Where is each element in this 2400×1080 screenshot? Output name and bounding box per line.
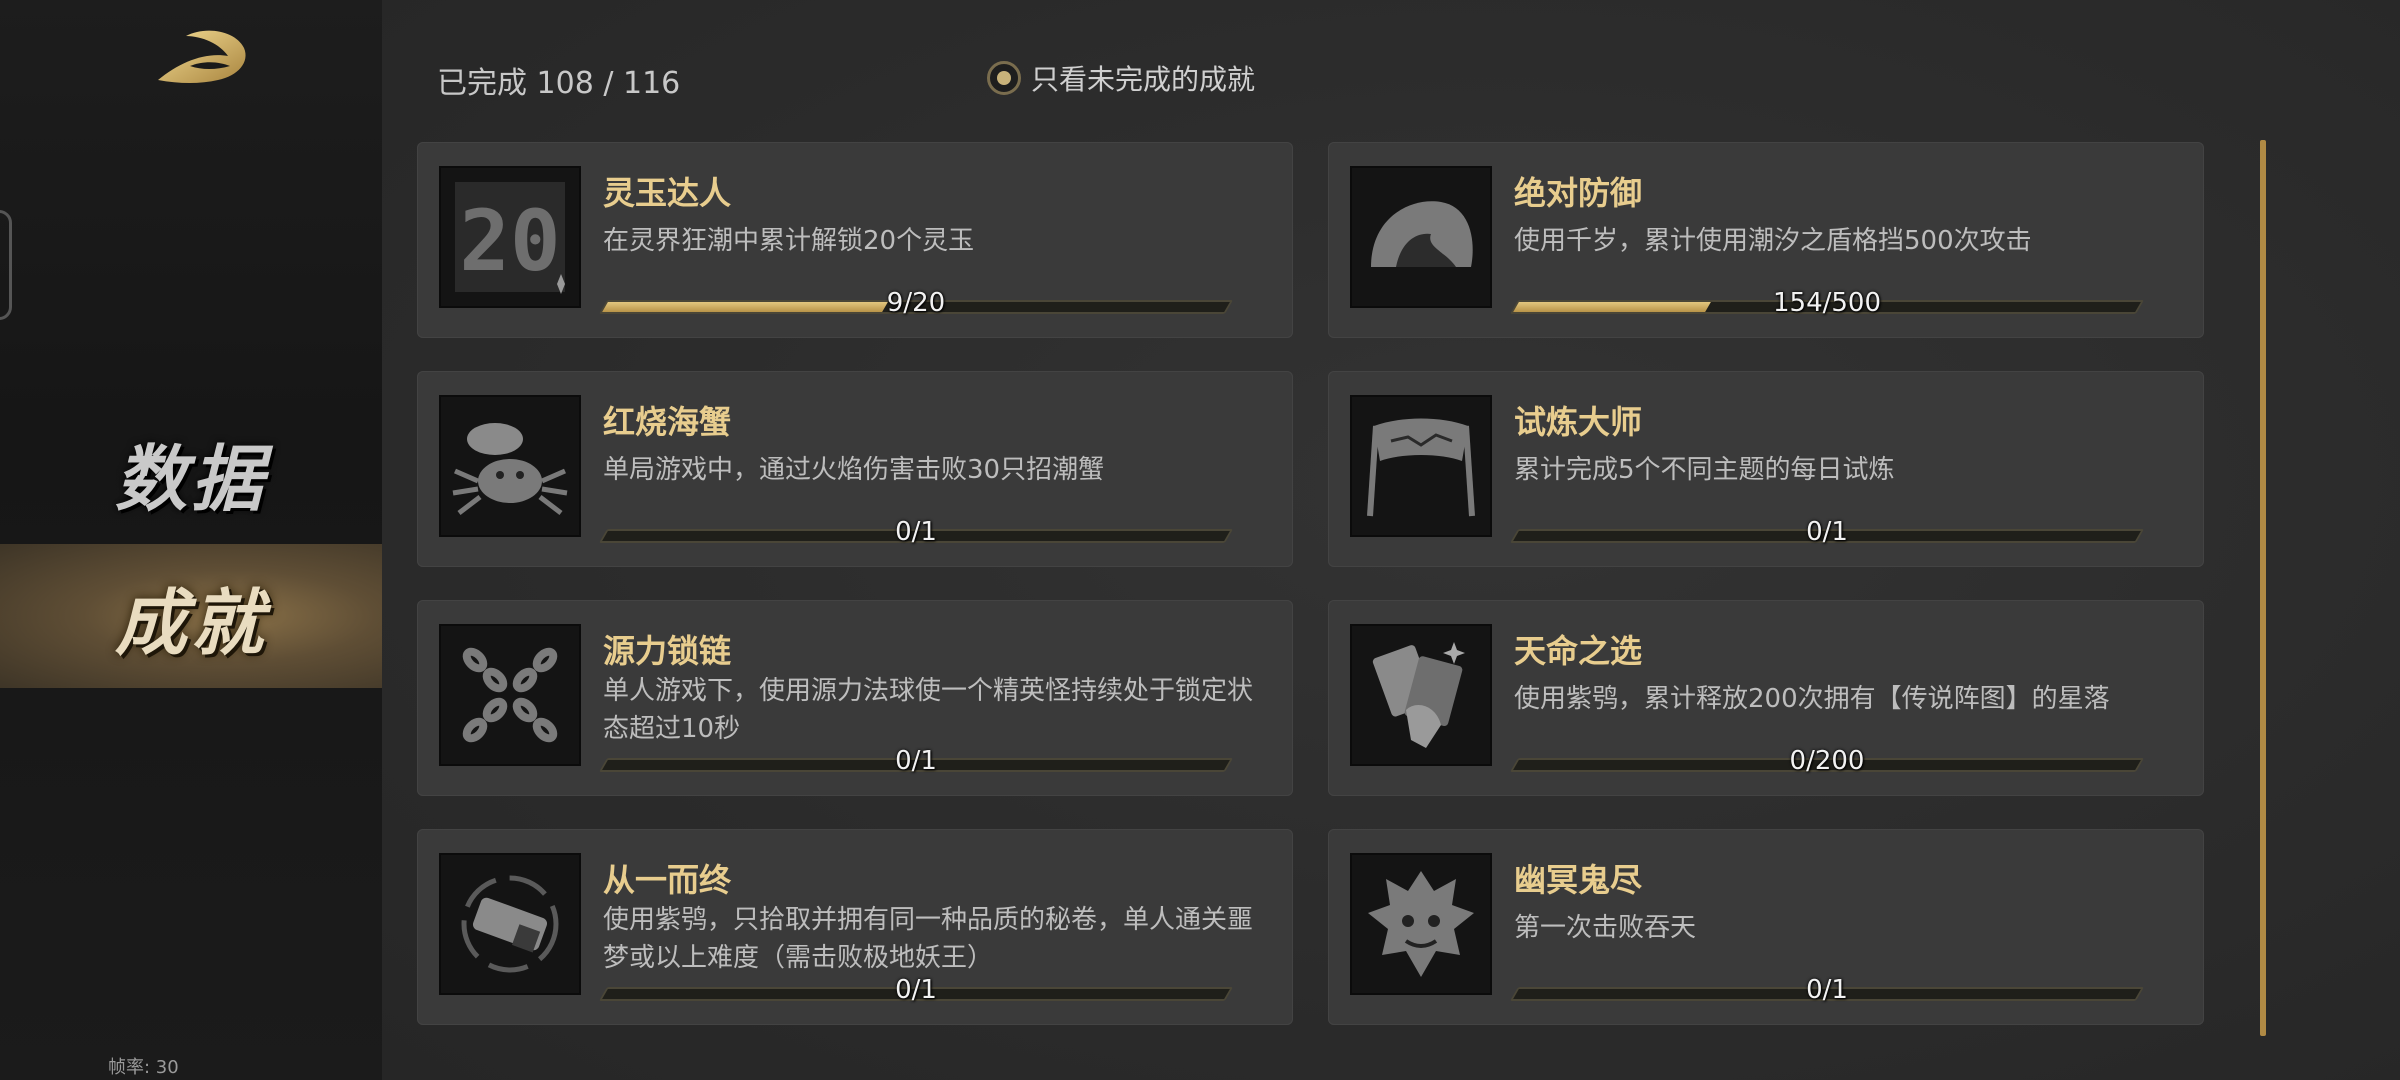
radio-icon[interactable] — [987, 61, 1021, 95]
achievement-desc: 在灵界狂潮中累计解锁20个灵玉 — [603, 226, 975, 256]
progress-text: 0/1 — [1806, 975, 1848, 1005]
achievement-desc: 单局游戏中，通过火焰伤害击败30只招潮蟹 — [603, 455, 1105, 485]
crossed-chains-icon — [439, 624, 581, 766]
crab-icon — [439, 395, 581, 537]
achievement-card[interactable]: 源力锁链 单人游戏下，使用源力法球使一个精英怪持续处于锁定状态超过10秒 0/1 — [417, 600, 1293, 796]
scrollbar[interactable] — [2260, 140, 2266, 1036]
achievement-title: 源力锁链 — [603, 632, 732, 670]
achievement-title: 从一而终 — [603, 861, 732, 899]
achievement-desc: 使用紫鸮，累计释放200次拥有【传说阵图】的星落 — [1514, 684, 2110, 714]
achievement-card[interactable]: 试炼大师 累计完成5个不同主题的每日试炼 0/1 — [1328, 371, 2204, 567]
progress-text: 0/1 — [1806, 517, 1848, 547]
game-logo-icon — [158, 30, 246, 83]
tile-20-icon: 20 — [439, 166, 581, 308]
achievement-desc: 使用紫鸮，只拾取并拥有同一种品质的秘卷，单人通关噩梦或以上难度（需击败极地妖王） — [603, 905, 1254, 973]
cards-icon — [1350, 624, 1492, 766]
achievement-title: 灵玉达人 — [603, 174, 732, 212]
progress-text: 0/200 — [1789, 746, 1865, 776]
svg-text:20: 20 — [459, 192, 560, 290]
nav-data-tab[interactable]: 数据 — [0, 400, 382, 544]
completed-count: 已完成 108 / 116 — [437, 66, 681, 101]
achievement-card[interactable]: 从一而终 使用紫鸮，只拾取并拥有同一种品质的秘卷，单人通关噩梦或以上难度（需击败… — [417, 829, 1293, 1025]
demon-mask-icon — [1350, 853, 1492, 995]
nav-achievements-tab[interactable]: 成就 — [0, 544, 382, 688]
progress-text: 0/1 — [895, 517, 937, 547]
achievement-card[interactable]: 红烧海蟹 单局游戏中，通过火焰伤害击败30只招潮蟹 0/1 — [417, 371, 1293, 567]
achievement-desc: 第一次击败吞天 — [1514, 913, 1697, 943]
filter-label: 只看未完成的成就 — [1031, 63, 1256, 96]
banner-icon — [1350, 395, 1492, 537]
shield-shell-icon — [1350, 166, 1492, 308]
sidebar: 数据 成就 帧率: 30 — [0, 0, 382, 1080]
achievement-title: 天命之选 — [1514, 632, 1643, 670]
progress-text: 0/1 — [895, 975, 937, 1005]
achievement-card[interactable]: 绝对防御 使用千岁，累计使用潮汐之盾格挡500次攻击 154/500 — [1328, 142, 2204, 338]
achievement-title: 红烧海蟹 — [603, 403, 732, 441]
achievement-title: 幽冥鬼尽 — [1514, 861, 1643, 899]
achievement-card[interactable]: 20 灵玉达人 在灵界狂潮中累计解锁20个灵玉 9/20 — [417, 142, 1293, 338]
progress-text: 0/1 — [895, 746, 937, 776]
achievement-desc: 单人游戏下，使用源力法球使一个精英怪持续处于锁定状态超过10秒 — [603, 676, 1254, 744]
achievement-card[interactable]: 幽冥鬼尽 第一次击败吞天 0/1 — [1328, 829, 2204, 1025]
side-panel-handle[interactable] — [0, 210, 12, 320]
achievement-title: 绝对防御 — [1514, 174, 1643, 212]
achievement-card[interactable]: 天命之选 使用紫鸮，累计释放200次拥有【传说阵图】的星落 0/200 — [1328, 600, 2204, 796]
unfinished-filter-toggle[interactable]: 只看未完成的成就 — [987, 58, 1255, 98]
achievement-desc: 使用千岁，累计使用潮汐之盾格挡500次攻击 — [1514, 226, 2032, 256]
scroll-icon — [439, 853, 581, 995]
progress-text: 154/500 — [1772, 288, 1881, 318]
progress-text: 9/20 — [886, 288, 946, 318]
achievement-title: 试炼大师 — [1514, 403, 1643, 441]
fps-counter: 帧率: 30 — [108, 1057, 179, 1078]
achievements-panel: 已完成 108 / 116 只看未完成的成就 20 灵玉达人 在灵界狂潮中累计解… — [382, 0, 2400, 1080]
achievement-desc: 累计完成5个不同主题的每日试炼 — [1514, 455, 1895, 485]
